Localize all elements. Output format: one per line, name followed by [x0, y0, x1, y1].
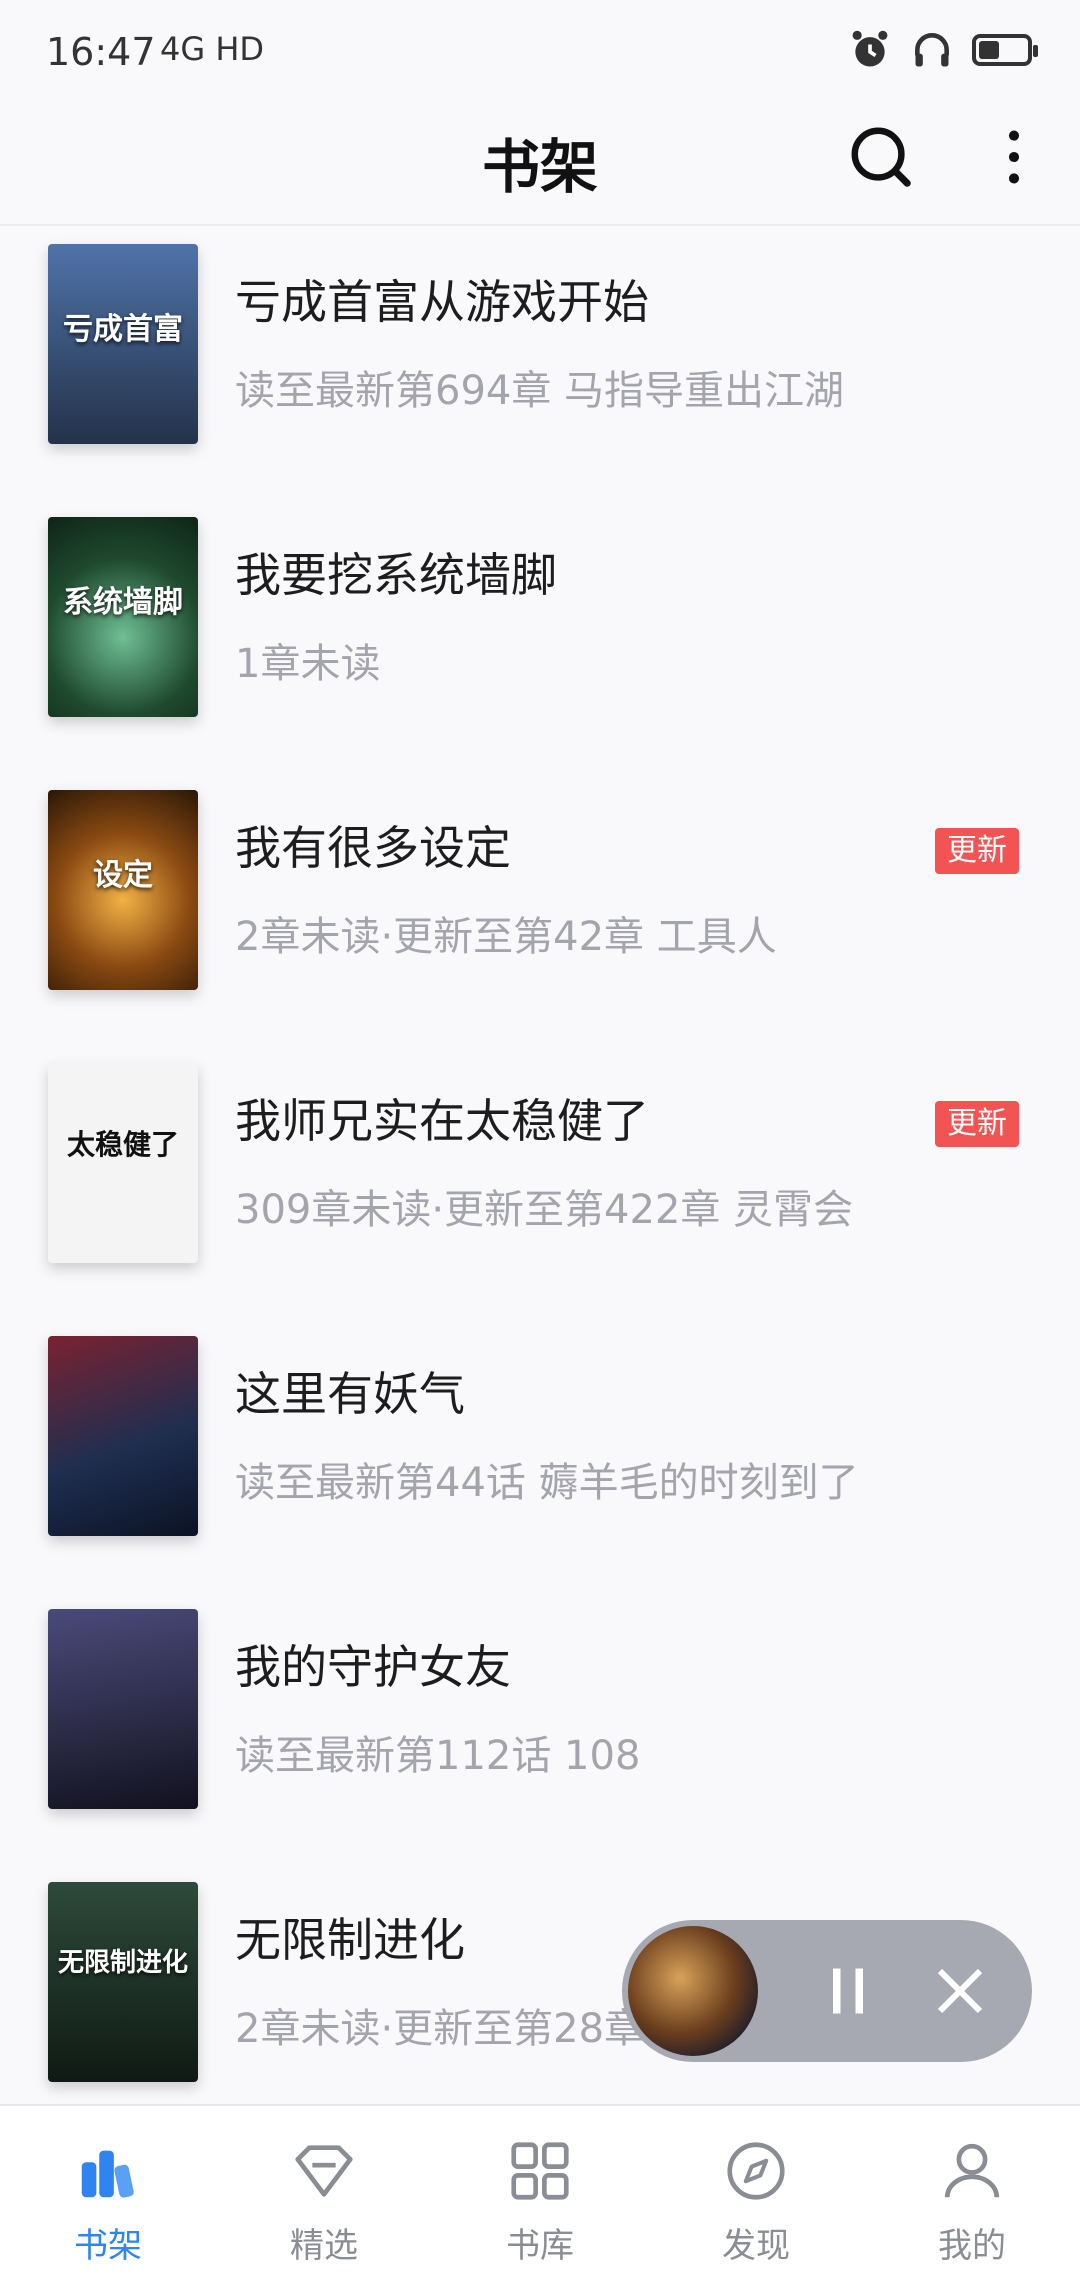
status-time: 16:47 [46, 30, 156, 74]
book-subtitle: 读至最新第112话 108 [235, 1733, 641, 1779]
headphones-icon [915, 33, 949, 67]
diamond-icon [295, 2145, 353, 2197]
book-title: 亏成首富从游戏开始 [235, 275, 649, 329]
more-vertical-icon[interactable] [992, 122, 1036, 192]
book-item[interactable]: 这里有妖气 读至最新第44话 薅羊毛的时刻到了 [0, 1318, 1080, 1591]
book-item[interactable]: 我的守护女友 读至最新第112话 108 [0, 1591, 1080, 1864]
nav-item-me[interactable]: 我的 [864, 2106, 1080, 2280]
floating-player[interactable] [622, 1920, 1032, 2062]
nav-item-discover[interactable]: 发现 [648, 2106, 864, 2280]
book-subtitle: 2章未读·更新至第42章 工具人 [235, 914, 777, 960]
update-badge: 更新 [935, 1101, 1019, 1147]
book-subtitle: 309章未读·更新至第422章 灵霄会 [235, 1187, 854, 1233]
book-title: 我师兄实在太稳健了 [235, 1094, 649, 1148]
book-cover[interactable]: 设定 [48, 790, 198, 990]
nav-label: 精选 [290, 2226, 358, 2266]
book-cover[interactable] [48, 1336, 198, 1536]
compass-icon [727, 2142, 785, 2200]
user-icon [944, 2143, 1000, 2198]
book-item[interactable]: 设定 我有很多设定 2章未读·更新至第42章 工具人 更新 [0, 772, 1080, 1045]
grid-icon [511, 2142, 569, 2200]
book-cover[interactable]: 系统墙脚 [48, 517, 198, 717]
book-subtitle: 2章未读·更新至第28章 [235, 2006, 645, 2052]
nav-label: 我的 [938, 2226, 1006, 2266]
cover-text: 太稳健了 [66, 1128, 179, 1161]
book-item[interactable]: 太稳健了 我师兄实在太稳健了 309章未读·更新至第422章 灵霄会 更新 [0, 1045, 1080, 1318]
book-cover[interactable] [48, 1609, 198, 1809]
book-item[interactable]: 系统墙脚 我要挖系统墙脚 1章未读 [0, 499, 1080, 772]
bottom-nav: 书架 精选 书库 发现 我的 [0, 2104, 1080, 2280]
nav-item-library[interactable]: 书库 [432, 2106, 648, 2280]
status-bar: 16:47 4G HD [0, 0, 1080, 100]
cover-text: 系统墙脚 [63, 585, 183, 620]
cover-text: 设定 [93, 858, 153, 893]
book-title: 我有很多设定 [235, 821, 511, 875]
pause-icon[interactable] [818, 1960, 878, 2022]
cover-text: 亏成首富 [63, 312, 183, 347]
book-title: 这里有妖气 [235, 1367, 465, 1421]
book-title: 无限制进化 [235, 1913, 465, 1967]
cover-text: 无限制进化 [57, 1948, 188, 1978]
nav-item-featured[interactable]: 精选 [216, 2106, 432, 2280]
book-cover[interactable]: 太稳健了 [48, 1063, 198, 1263]
nav-label: 书库 [506, 2226, 574, 2266]
battery-icon [972, 34, 1038, 66]
page-title: 书架 [481, 133, 598, 201]
nav-label: 发现 [722, 2226, 790, 2266]
status-icons [848, 28, 1038, 72]
book-subtitle: 1章未读 [235, 641, 381, 687]
player-thumbnail[interactable] [628, 1926, 758, 2056]
update-badge: 更新 [935, 828, 1019, 874]
alarm-icon [852, 30, 888, 67]
header: 书架 [0, 100, 1080, 226]
nav-label: 书架 [74, 2226, 142, 2266]
book-subtitle: 读至最新第694章 马指导重出江湖 [235, 368, 845, 414]
book-subtitle: 读至最新第44话 薅羊毛的时刻到了 [235, 1460, 859, 1506]
book-title: 我要挖系统墙脚 [235, 548, 557, 602]
book-list: 亏成首富 亏成首富从游戏开始 读至最新第694章 马指导重出江湖 系统墙脚 我要… [0, 226, 1080, 2137]
book-cover[interactable]: 无限制进化 [48, 1882, 198, 2082]
book-item[interactable]: 亏成首富 亏成首富从游戏开始 读至最新第694章 马指导重出江湖 [0, 226, 1080, 499]
close-icon[interactable] [930, 1960, 990, 2022]
search-icon[interactable] [846, 122, 916, 192]
book-cover[interactable]: 亏成首富 [48, 244, 198, 444]
nav-item-bookshelf[interactable]: 书架 [0, 2106, 216, 2280]
book-title: 我的守护女友 [235, 1640, 511, 1694]
network-indicator: 4G HD [160, 30, 265, 68]
bookshelf-icon [81, 2150, 134, 2198]
